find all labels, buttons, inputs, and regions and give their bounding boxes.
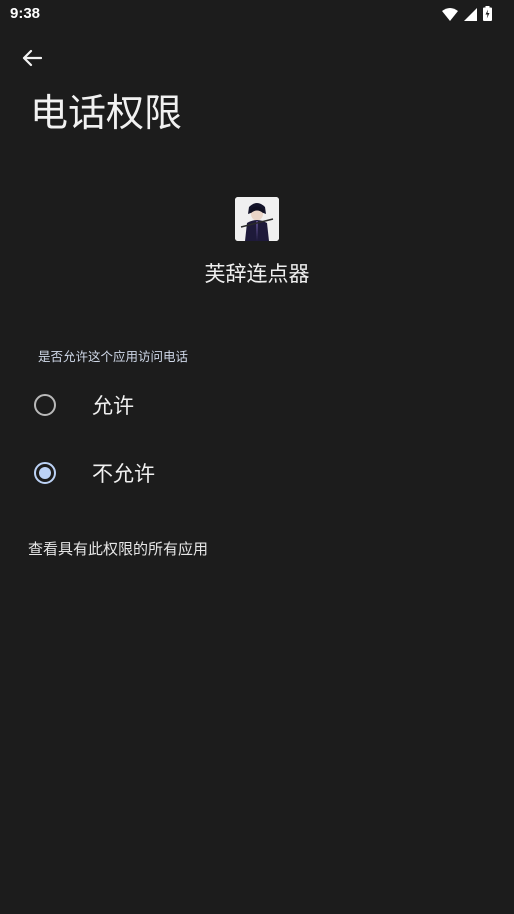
status-icons	[442, 6, 492, 25]
page-title: 电话权限	[30, 91, 183, 135]
battery-icon	[483, 6, 492, 25]
arrow-left-icon	[22, 49, 43, 71]
status-bar: 9:38	[0, 0, 514, 28]
option-allow[interactable]: 允许	[0, 373, 514, 437]
option-deny[interactable]: 不允许	[0, 441, 514, 505]
deny-label: 不允许	[92, 462, 155, 486]
allow-radio[interactable]	[34, 394, 56, 416]
status-time: 9:38	[10, 5, 41, 22]
cell-signal-icon	[464, 6, 477, 25]
view-all-apps-link[interactable]: 查看具有此权限的所有应用	[28, 538, 208, 559]
allow-label: 允许	[92, 394, 134, 418]
wifi-icon	[442, 6, 458, 25]
app-avatar-icon	[235, 197, 279, 241]
back-button[interactable]	[12, 40, 52, 80]
permission-question: 是否允许这个应用访问电话	[38, 349, 189, 364]
app-name: 芙辞连点器	[204, 262, 310, 286]
deny-radio[interactable]	[34, 462, 56, 484]
